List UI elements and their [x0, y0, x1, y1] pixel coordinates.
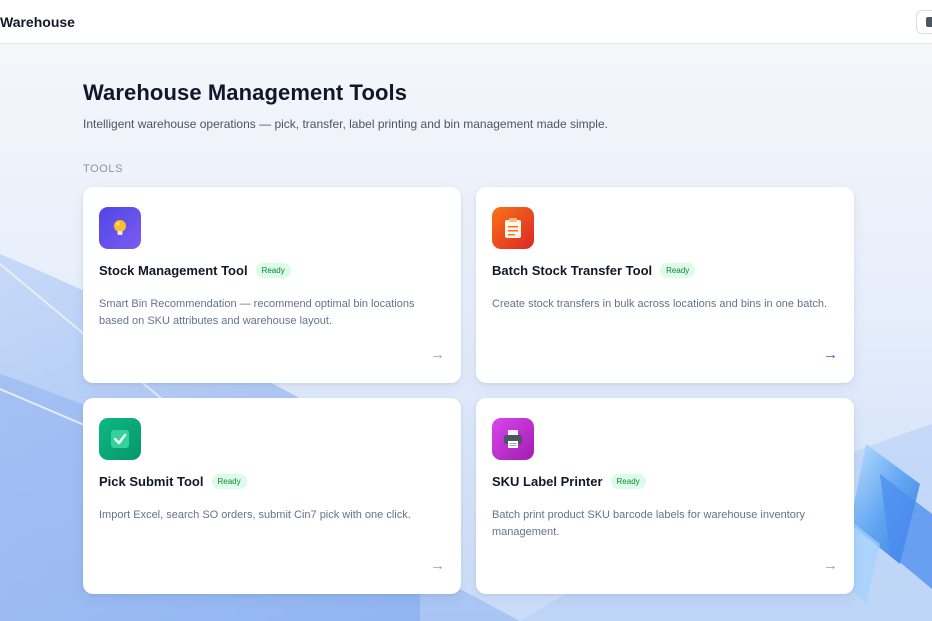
section-label: TOOLS	[83, 163, 124, 175]
checkmark-icon	[99, 418, 141, 460]
card-description: Create stock transfers in bulk across lo…	[492, 298, 828, 310]
status-badge: Ready	[660, 263, 696, 278]
card-title: SKU Label Printer	[492, 474, 603, 489]
status-badge: Ready	[610, 474, 646, 489]
arrow-right-icon[interactable]: →	[823, 346, 838, 363]
tool-card-batch-stock-transfer[interactable]: Batch Stock Transfer Tool Ready Create s…	[476, 187, 854, 383]
clipboard-icon	[492, 207, 534, 249]
lightbulb-icon	[99, 207, 141, 249]
card-description: Batch print product SKU barcode labels f…	[492, 509, 806, 538]
arrow-right-icon[interactable]: →	[823, 557, 838, 574]
status-badge: Ready	[255, 263, 291, 278]
top-bar: Warehouse	[0, 0, 932, 44]
status-badge: Ready	[211, 474, 247, 489]
page-header: Warehouse Management Tools Intelligent w…	[83, 80, 608, 131]
page-title: Warehouse Management Tools	[83, 80, 408, 105]
printer-icon	[492, 418, 534, 460]
tool-card-stock-management[interactable]: Stock Management Tool Ready Smart Bin Re…	[83, 187, 461, 383]
page-subtitle: Intelligent warehouse operations — pick,…	[83, 117, 608, 131]
app-icon[interactable]	[916, 10, 932, 34]
card-title: Batch Stock Transfer Tool	[492, 263, 653, 278]
card-title: Pick Submit Tool	[99, 474, 204, 489]
brand-title[interactable]: Warehouse	[0, 14, 75, 30]
card-description: Import Excel, search SO orders, submit C…	[99, 509, 411, 521]
arrow-right-icon[interactable]: →	[430, 557, 445, 574]
card-title: Stock Management Tool	[99, 263, 248, 278]
arrow-right-icon[interactable]: →	[430, 346, 445, 363]
tool-card-pick-submit[interactable]: Pick Submit Tool Ready Import Excel, sea…	[83, 398, 461, 594]
tool-card-sku-label-printer[interactable]: SKU Label Printer Ready Batch print prod…	[476, 398, 854, 594]
card-description: Smart Bin Recommendation — recommend opt…	[99, 298, 415, 327]
